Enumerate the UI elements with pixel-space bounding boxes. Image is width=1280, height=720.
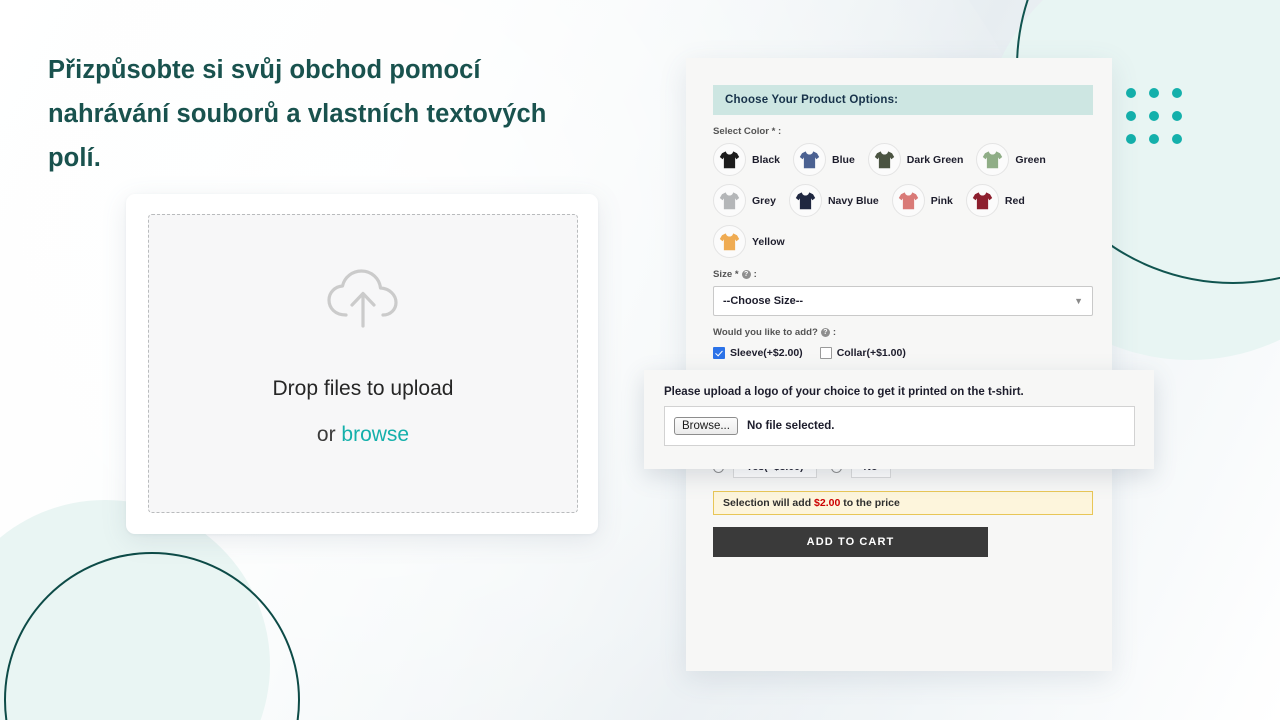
color-option-label: Dark Green — [906, 153, 964, 166]
tshirt-swatch-icon — [867, 143, 901, 176]
tshirt-swatch-icon — [788, 184, 822, 217]
addons-checkbox-group: Sleeve(+$2.00) Collar(+$1.00) — [713, 347, 1112, 359]
add-to-cart-button[interactable]: ADD TO CART — [713, 527, 988, 557]
addon-checkbox-label: Collar(+$1.00) — [836, 347, 906, 359]
checkbox-box[interactable] — [819, 347, 832, 359]
browse-button[interactable]: Browse... — [674, 417, 738, 435]
color-row: Yellow — [713, 225, 1112, 258]
addons-label-text: Would you like to add? — [713, 327, 818, 338]
page-headline: Přizpůsobte si svůj obchod pomocí nahráv… — [48, 56, 547, 172]
color-option-label: Blue — [832, 153, 855, 166]
size-select-value: --Choose Size-- — [723, 295, 804, 307]
logo-upload-overlay-card: Please upload a logo of your choice to g… — [644, 370, 1154, 469]
size-label-text: Size * — [713, 269, 739, 280]
color-option-navy-blue[interactable]: Navy Blue — [788, 184, 879, 217]
addons-label: Would you like to add? ? : — [713, 327, 1112, 338]
addons-label-suffix: : — [832, 327, 837, 338]
color-option-label: Navy Blue — [827, 194, 879, 207]
file-upload-dropzone-card[interactable]: Drop files to upload or browse — [126, 194, 598, 534]
color-option-label: Pink — [930, 194, 953, 207]
browse-link[interactable]: browse — [341, 423, 409, 446]
color-option-label: Grey — [752, 194, 776, 207]
addon-checkbox-sleeve[interactable]: Sleeve(+$2.00) — [713, 347, 803, 359]
color-option-dark-green[interactable]: Dark Green — [867, 143, 964, 176]
cloud-upload-icon — [326, 268, 400, 335]
tshirt-swatch-icon — [713, 143, 746, 176]
color-option-label: Black — [752, 153, 781, 166]
help-circle-icon[interactable]: ? — [741, 270, 751, 279]
color-option-grey[interactable]: Grey — [713, 184, 776, 217]
dropzone-title: Drop files to upload — [272, 377, 454, 400]
chevron-down-icon: ▼ — [1074, 296, 1083, 306]
color-option-black[interactable]: Black — [713, 143, 780, 176]
file-input-row[interactable]: Browse... No file selected. — [664, 406, 1135, 446]
addon-checkbox-label: Sleeve(+$2.00) — [730, 347, 803, 359]
price-note-suffix: to the price — [843, 497, 900, 509]
tshirt-swatch-icon — [793, 143, 827, 176]
select-color-label: Select Color * : — [713, 126, 1112, 137]
tshirt-swatch-icon — [976, 143, 1010, 176]
size-select[interactable]: --Choose Size-- ▼ — [713, 286, 1093, 316]
color-option-yellow[interactable]: Yellow — [713, 225, 785, 258]
checkbox-box[interactable] — [713, 347, 725, 359]
file-status-text: No file selected. — [746, 420, 835, 432]
color-option-label: Red — [1004, 194, 1025, 207]
color-option-blue[interactable]: Blue — [793, 143, 855, 176]
help-circle-icon[interactable]: ? — [820, 328, 830, 337]
color-option-pink[interactable]: Pink — [891, 184, 953, 217]
color-option-label: Yellow — [752, 235, 785, 248]
size-label-suffix: : — [753, 269, 757, 280]
tshirt-swatch-icon — [965, 184, 999, 217]
tshirt-swatch-icon — [713, 184, 746, 217]
color-row: Black Blue Dark Green Green — [713, 143, 1112, 176]
tshirt-swatch-icon — [891, 184, 925, 217]
dropzone-area[interactable]: Drop files to upload or browse — [148, 214, 578, 513]
addon-checkbox-collar[interactable]: Collar(+$1.00) — [819, 347, 906, 359]
dropzone-subtitle: or browse — [317, 423, 409, 447]
panel-header: Choose Your Product Options: — [713, 85, 1093, 115]
product-options-panel: Choose Your Product Options: Select Colo… — [686, 58, 1112, 671]
upload-instruction: Please upload a logo of your choice to g… — [664, 386, 1024, 398]
size-label: Size * ? : — [713, 269, 1112, 280]
select-color-label-text: Select Color * : — [713, 126, 782, 137]
color-option-label: Green — [1015, 153, 1046, 166]
color-swatch-group: Black Blue Dark Green Green Grey Navy Blue Pin… — [713, 143, 1112, 258]
price-note-amount: $2.00 — [814, 497, 841, 509]
color-row: Grey Navy Blue Pink Red — [713, 184, 1112, 217]
tshirt-swatch-icon — [713, 225, 746, 258]
price-note-prefix: Selection will add — [723, 497, 812, 509]
dot-grid-decoration — [1126, 88, 1182, 144]
dropzone-or-label: or — [316, 423, 342, 446]
color-option-green[interactable]: Green — [976, 143, 1046, 176]
price-note: Selection will add $2.00 to the price — [713, 491, 1093, 515]
color-option-red[interactable]: Red — [965, 184, 1025, 217]
